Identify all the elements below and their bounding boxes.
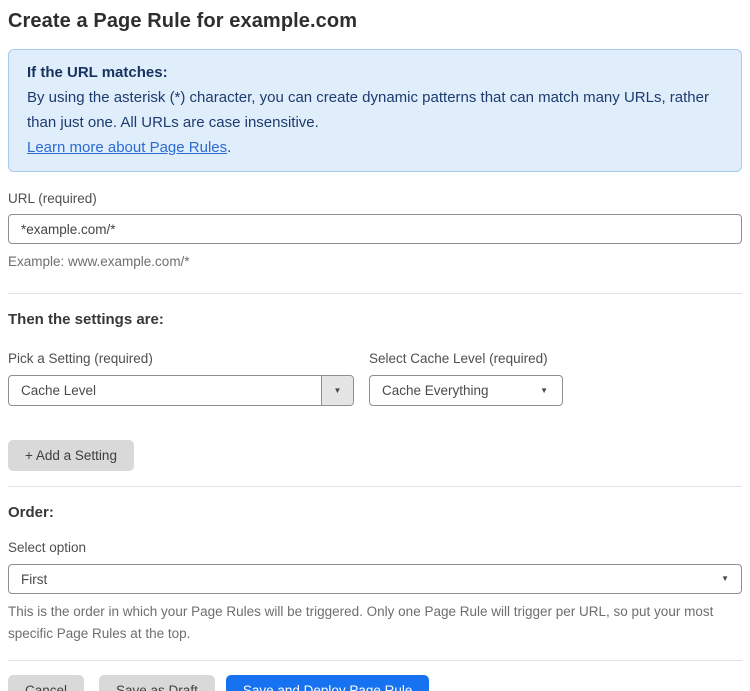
setting-picker-label: Pick a Setting (required) [8, 351, 153, 366]
dropdown-arrow-button[interactable]: ▼ [321, 376, 353, 405]
learn-more-link[interactable]: Learn more about Page Rules [27, 139, 227, 156]
order-select[interactable]: First ▼ [8, 564, 742, 594]
cache-level-value: Cache Everything [382, 383, 489, 398]
info-box-body: By using the asterisk (*) character, you… [27, 89, 709, 131]
save-as-draft-button[interactable]: Save as Draft [99, 675, 215, 691]
footer-divider [8, 660, 742, 661]
cache-level-dropdown[interactable]: Cache Everything ▼ [369, 375, 563, 406]
info-box-heading: If the URL matches: [27, 64, 168, 81]
setting-picker-column: Pick a Setting (required) Cache Level ▼ [8, 351, 354, 406]
save-and-deploy-button[interactable]: Save and Deploy Page Rule [225, 675, 430, 691]
chevron-down-icon: ▼ [721, 574, 729, 583]
settings-section-heading: Then the settings are: [8, 311, 164, 328]
order-section-heading: Order: [8, 504, 54, 521]
link-suffix: . [227, 139, 232, 156]
page-rule-form: Create a Page Rule for example.com If th… [0, 0, 750, 691]
order-select-label: Select option [8, 540, 87, 555]
page-title: Create a Page Rule for example.com [8, 10, 358, 32]
chevron-down-icon: ▼ [540, 385, 548, 395]
cache-level-column: Select Cache Level (required) Cache Ever… [369, 351, 563, 406]
chevron-down-icon: ▼ [333, 385, 342, 395]
form-actions: Cancel Save as Draft Save and Deploy Pag… [8, 675, 742, 691]
url-field-label: URL (required) [8, 191, 97, 206]
url-input[interactable] [8, 214, 742, 244]
cancel-button[interactable]: Cancel [8, 675, 85, 691]
url-match-info-box: If the URL matches: By using the asteris… [8, 49, 742, 172]
url-field-helper: Example: www.example.com/* [8, 254, 190, 269]
add-setting-button[interactable]: + Add a Setting [8, 440, 134, 471]
info-box-link-line: Learn more about Page Rules. [27, 135, 723, 160]
order-select-value: First [21, 571, 48, 587]
setting-picker-value: Cache Level [21, 383, 97, 398]
order-helper-text: This is the order in which your Page Rul… [8, 604, 714, 641]
cache-level-label: Select Cache Level (required) [369, 351, 548, 366]
section-divider [8, 293, 742, 294]
settings-row: Pick a Setting (required) Cache Level ▼ … [8, 351, 742, 406]
setting-picker-dropdown[interactable]: Cache Level ▼ [8, 375, 354, 406]
section-divider [8, 486, 742, 487]
